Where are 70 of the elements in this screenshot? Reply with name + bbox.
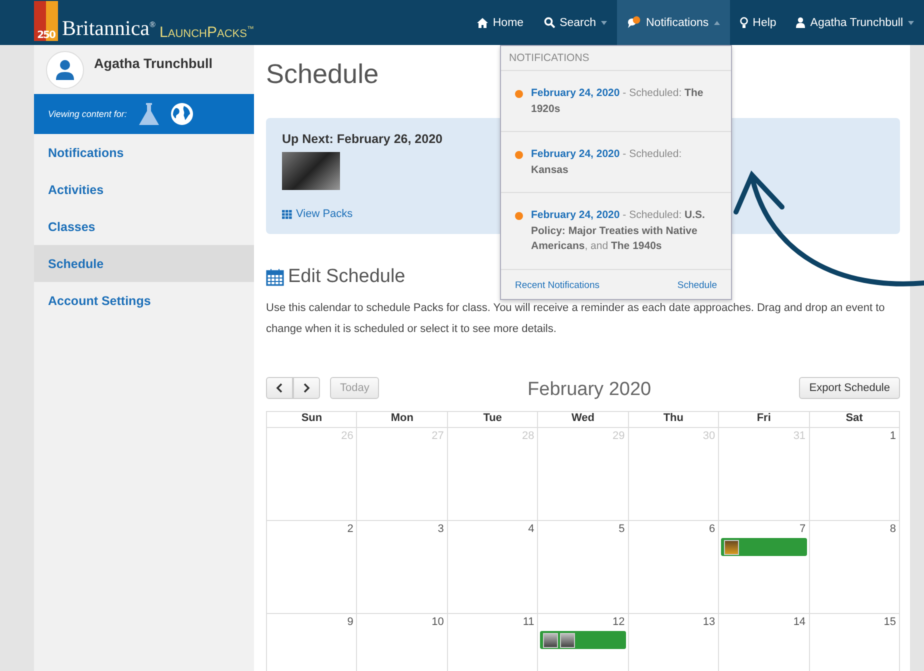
weekday-header: Wed: [538, 412, 629, 428]
user-icon: [56, 60, 74, 80]
calendar-event[interactable]: [721, 538, 807, 556]
day-number: 4: [528, 523, 536, 535]
nav-item[interactable]: Agatha Trunchbull: [786, 0, 924, 45]
sidebar-item[interactable]: Notifications: [34, 134, 254, 171]
next-button[interactable]: [293, 377, 320, 399]
brand-name: Britannica$^{®}$: [62, 16, 156, 41]
weekday-header: Thu: [628, 412, 720, 428]
thumbnail-photo: [724, 540, 740, 554]
calendar-icon: [266, 268, 284, 286]
month-title: February 2020: [526, 378, 652, 401]
user-name: Agatha Trunchbull: [94, 56, 213, 71]
day-number: 7: [799, 523, 807, 535]
photo-placeholder[interactable]: [282, 152, 340, 190]
globe-icon[interactable]: [170, 103, 193, 125]
home-icon: [476, 18, 488, 28]
weekday-header: Tue: [448, 412, 538, 428]
menu-link[interactable]: Schedule: [677, 280, 717, 290]
description-text: Use this calendar to schedule Packs for class. You will receive a reminder as each date approaches. Drag and drop an event to change when it is scheduled or select it to see more details.: [266, 301, 886, 337]
sidebar-item[interactable]: Classes: [34, 208, 254, 245]
notification-item[interactable]: February 24, 2020 - Scheduled: U.S. Policy: Major Treaties with Native Americans, and The 1940s: [531, 208, 721, 254]
flask-icon[interactable]: [138, 103, 159, 125]
menu-link[interactable]: Recent Notifications: [515, 280, 600, 290]
user-icon: [796, 17, 806, 28]
day-number: 11: [522, 616, 536, 628]
chevron-right-icon: [303, 383, 310, 393]
thumbnail-photo: [560, 632, 576, 648]
lightbulb-icon: [740, 16, 748, 28]
logo-badge: 250: [34, 1, 58, 41]
sidebar-item[interactable]: Schedule: [34, 245, 254, 282]
weekday-header: Fri: [719, 412, 810, 428]
day-number: 13: [702, 616, 716, 628]
up-next-title: Up Next: February 26, 2020: [282, 132, 442, 146]
menu-heading: NOTIFICATIONS: [501, 46, 731, 71]
previous-button[interactable]: [266, 377, 293, 399]
day-number: 8: [890, 523, 897, 535]
day-number: 12: [612, 616, 626, 628]
viewing-label: Viewing content for:: [48, 109, 127, 119]
chevron-left-icon: [276, 383, 283, 393]
notification-item[interactable]: February 24, 2020 - Scheduled: Kansas: [531, 147, 721, 178]
view-packs-link[interactable]: View Packs: [282, 208, 353, 220]
chat-bubble-icon: [627, 16, 641, 29]
calendar-event[interactable]: [540, 631, 626, 649]
search-icon: [544, 17, 555, 28]
thumbnail-photo: [543, 632, 558, 648]
weekday-header: Sun: [267, 412, 358, 428]
nav-item[interactable]: Search: [534, 0, 617, 45]
weekday-header: Sat: [810, 412, 900, 428]
nav-item[interactable]: Help: [730, 0, 786, 45]
day-number: 1: [890, 430, 897, 442]
grid-icon: [282, 210, 292, 218]
notification-item[interactable]: February 24, 2020 - Scheduled: The 1920s: [531, 86, 721, 117]
day-number: 5: [618, 523, 626, 535]
day-number: 3: [438, 523, 445, 535]
day-number: 14: [793, 616, 807, 628]
export-schedule-button[interactable]: Export Schedule: [799, 377, 900, 399]
nav-item[interactable]: Notifications: [617, 0, 730, 45]
day-number: 6: [709, 523, 716, 535]
sidebar-item[interactable]: Activities: [34, 171, 254, 208]
weekday-header: Mon: [357, 412, 448, 428]
day-number: 15: [884, 616, 897, 628]
day-number: 2: [347, 523, 354, 535]
product-name: LaunchPacks$^{™}$: [160, 24, 254, 41]
sidebar-item[interactable]: Account Settings: [34, 282, 254, 319]
day-number: 9: [347, 616, 354, 628]
section-title: Edit Schedule: [288, 266, 406, 288]
nav-item[interactable]: Home: [466, 0, 534, 45]
page-title: Schedule: [266, 59, 379, 90]
day-number: 10: [432, 616, 445, 628]
